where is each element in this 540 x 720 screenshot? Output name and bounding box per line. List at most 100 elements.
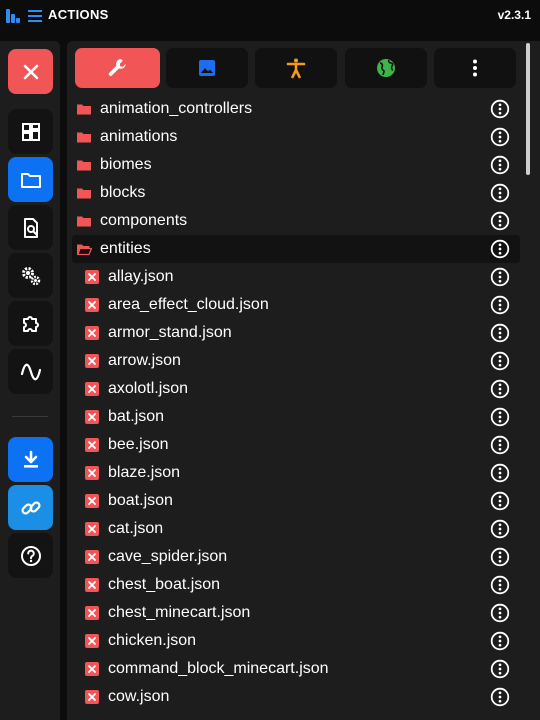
file-error-icon bbox=[84, 297, 100, 313]
file-row[interactable]: bat.json bbox=[72, 403, 520, 431]
more-options-icon[interactable] bbox=[490, 211, 510, 231]
extensions-button[interactable] bbox=[8, 301, 53, 346]
file-row[interactable]: cat.json bbox=[72, 515, 520, 543]
more-vertical-icon bbox=[473, 59, 477, 77]
download-button[interactable] bbox=[8, 437, 53, 482]
file-error-icon bbox=[84, 269, 100, 285]
more-options-icon[interactable] bbox=[490, 575, 510, 595]
folder-row[interactable]: biomes bbox=[72, 151, 520, 179]
explorer-button[interactable] bbox=[8, 157, 53, 202]
sidebar bbox=[0, 41, 60, 720]
folder-label: components bbox=[100, 212, 188, 229]
file-label: axolotl.json bbox=[108, 380, 189, 397]
file-label: area_effect_cloud.json bbox=[108, 296, 269, 313]
folder-row[interactable]: entities bbox=[72, 235, 520, 263]
file-row[interactable]: bee.json bbox=[72, 431, 520, 459]
file-row[interactable]: axolotl.json bbox=[72, 375, 520, 403]
more-options-icon[interactable] bbox=[490, 351, 510, 371]
more-options-icon[interactable] bbox=[490, 155, 510, 175]
more-options-icon[interactable] bbox=[490, 631, 510, 651]
link-icon bbox=[20, 500, 41, 515]
folder-label: biomes bbox=[100, 156, 152, 173]
tab-wrench[interactable] bbox=[75, 48, 160, 88]
more-options-icon[interactable] bbox=[490, 463, 510, 483]
file-row[interactable]: chicken.json bbox=[72, 627, 520, 655]
file-row[interactable]: chest_boat.json bbox=[72, 571, 520, 599]
file-label: boat.json bbox=[108, 492, 173, 509]
file-error-icon bbox=[84, 409, 100, 425]
close-icon bbox=[23, 64, 38, 79]
more-options-icon[interactable] bbox=[490, 519, 510, 539]
file-label: allay.json bbox=[108, 268, 174, 285]
more-options-icon[interactable] bbox=[490, 687, 510, 707]
folder-icon bbox=[76, 213, 92, 229]
file-row[interactable]: cave_spider.json bbox=[72, 543, 520, 571]
file-row[interactable]: command_block_minecart.json bbox=[72, 655, 520, 683]
file-error-icon bbox=[84, 381, 100, 397]
file-row[interactable]: arrow.json bbox=[72, 347, 520, 375]
more-options-icon[interactable] bbox=[490, 127, 510, 147]
file-error-icon bbox=[84, 577, 100, 593]
folder-icon bbox=[76, 185, 92, 201]
file-error-icon bbox=[84, 661, 100, 677]
app-logo-icon bbox=[6, 9, 20, 23]
wave-button[interactable] bbox=[8, 349, 53, 394]
file-row[interactable]: chest_minecart.json bbox=[72, 599, 520, 627]
folder-row[interactable]: animations bbox=[72, 123, 520, 151]
folder-row[interactable]: animation_controllers bbox=[72, 95, 520, 123]
tab-globe[interactable] bbox=[345, 48, 427, 88]
dashboard-button[interactable] bbox=[8, 109, 53, 154]
tab-image[interactable] bbox=[166, 48, 248, 88]
scrollbar-thumb[interactable] bbox=[526, 43, 530, 175]
file-error-icon bbox=[84, 353, 100, 369]
folder-icon bbox=[76, 129, 92, 145]
folder-label: animations bbox=[100, 128, 178, 145]
more-options-icon[interactable] bbox=[490, 323, 510, 343]
more-options-icon[interactable] bbox=[490, 491, 510, 511]
folder-open-icon bbox=[76, 241, 93, 257]
file-error-icon bbox=[84, 437, 100, 453]
tab-more[interactable] bbox=[434, 48, 516, 88]
more-options-icon[interactable] bbox=[490, 267, 510, 287]
tab-accessibility[interactable] bbox=[255, 48, 337, 88]
file-row[interactable]: blaze.json bbox=[72, 459, 520, 487]
file-label: command_block_minecart.json bbox=[108, 660, 329, 677]
globe-icon bbox=[377, 59, 395, 77]
hamburger-menu-icon[interactable] bbox=[28, 10, 42, 22]
more-options-icon[interactable] bbox=[490, 295, 510, 315]
image-icon bbox=[199, 60, 215, 76]
help-icon bbox=[20, 545, 41, 566]
file-label: armor_stand.json bbox=[108, 324, 232, 341]
help-button[interactable] bbox=[8, 533, 53, 578]
file-row[interactable]: allay.json bbox=[72, 263, 520, 291]
more-options-icon[interactable] bbox=[490, 435, 510, 455]
file-label: chest_minecart.json bbox=[108, 604, 251, 621]
more-options-icon[interactable] bbox=[490, 547, 510, 567]
app-title: ACTIONS bbox=[48, 7, 109, 22]
more-options-icon[interactable] bbox=[490, 183, 510, 203]
file-error-icon bbox=[84, 493, 100, 509]
more-options-icon[interactable] bbox=[490, 603, 510, 623]
file-error-icon bbox=[84, 521, 100, 537]
file-row[interactable]: area_effect_cloud.json bbox=[72, 291, 520, 319]
more-options-icon[interactable] bbox=[490, 379, 510, 399]
folder-row[interactable]: blocks bbox=[72, 179, 520, 207]
folder-icon bbox=[20, 172, 41, 188]
link-button[interactable] bbox=[8, 485, 53, 530]
settings-gears-icon bbox=[21, 266, 40, 285]
more-options-icon[interactable] bbox=[490, 239, 510, 259]
file-row[interactable]: cow.json bbox=[72, 683, 520, 711]
file-search-button[interactable] bbox=[8, 205, 53, 250]
dashboard-icon bbox=[21, 122, 40, 141]
more-options-icon[interactable] bbox=[490, 99, 510, 119]
folder-icon bbox=[76, 157, 92, 173]
settings-button[interactable] bbox=[8, 253, 53, 298]
close-button[interactable] bbox=[8, 49, 53, 94]
more-options-icon[interactable] bbox=[490, 659, 510, 679]
more-options-icon[interactable] bbox=[490, 407, 510, 427]
file-row[interactable]: boat.json bbox=[72, 487, 520, 515]
file-row[interactable]: armor_stand.json bbox=[72, 319, 520, 347]
file-label: bat.json bbox=[108, 408, 165, 425]
folder-row[interactable]: components bbox=[72, 207, 520, 235]
explorer-panel: animation_controllers animations biomes blo… bbox=[67, 41, 540, 720]
